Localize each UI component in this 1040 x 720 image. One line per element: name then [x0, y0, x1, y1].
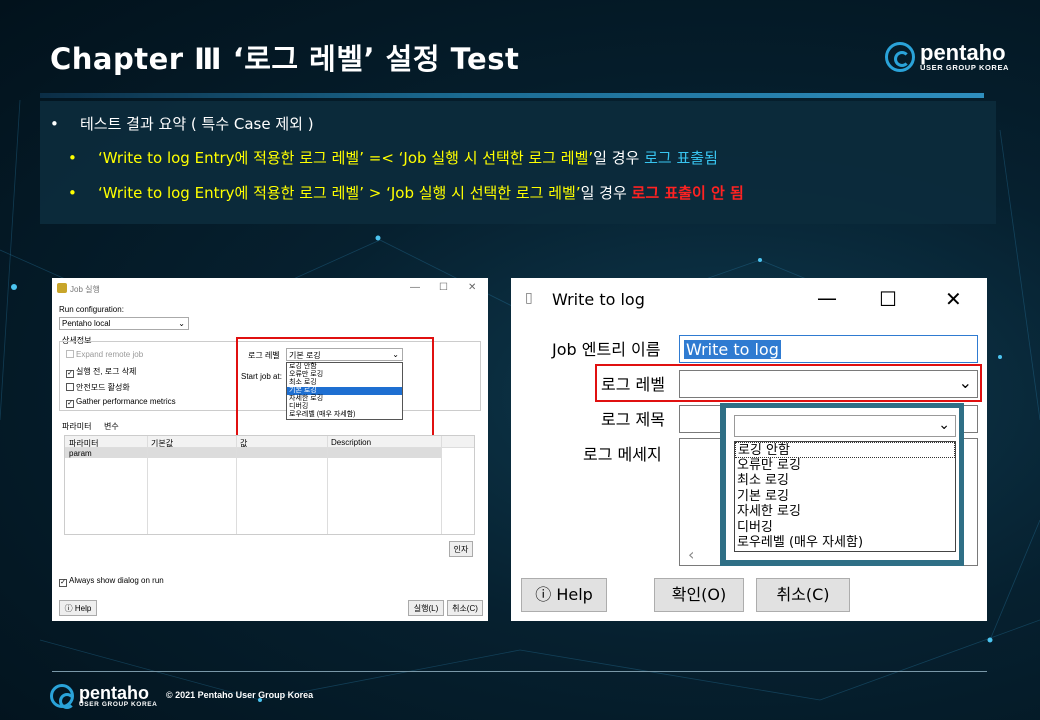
highlight-box — [236, 337, 434, 439]
table-row[interactable]: param — [65, 448, 441, 458]
run-button[interactable]: 실행(L) — [408, 600, 444, 616]
args-button[interactable]: 인자 — [449, 541, 473, 557]
run-config-label: Run configuration: — [59, 305, 124, 314]
expand-remote-checkbox[interactable]: Expand remote job — [66, 350, 143, 359]
log-option[interactable]: 오류만 로깅 — [735, 458, 955, 474]
logo-name: pentaho — [920, 39, 1006, 65]
help-button[interactable]: ⓘ Help — [521, 578, 607, 612]
minimize-icon[interactable]: — — [817, 286, 837, 310]
pentaho-logo: pentaho USER GROUP KOREA — [885, 39, 1010, 72]
log-option[interactable]: 로우레벨 (매우 자세함) — [735, 535, 955, 551]
title-divider — [40, 93, 984, 98]
cancel-button[interactable]: 취소(C) — [756, 578, 850, 612]
log-option[interactable]: 기본 로깅 — [735, 489, 955, 505]
log-option[interactable]: 로깅 안함 — [735, 442, 955, 458]
summary-line-1: • ‘Write to log Entry에 적용한 로그 레벨’ =< ‘Job… — [68, 149, 718, 167]
pentaho-swirl-icon — [50, 684, 75, 709]
zoomed-log-level-select[interactable]: ⌄ — [734, 415, 956, 437]
copyright-text: © 2021 Pentaho User Group Korea — [166, 690, 314, 700]
write-to-log-dialog: ▯ Write to log — ☐ ✕ Job 엔트리 이름 Write to… — [511, 278, 987, 621]
maximize-icon[interactable]: ☐ — [879, 287, 897, 311]
logo-subtitle: USER GROUP KOREA — [920, 62, 1010, 72]
zoomed-dropdown-callout: ⌄ 로깅 안함 오류만 로깅 최소 로깅 기본 로깅 자세한 로깅 디버깅 로우… — [720, 403, 964, 566]
log-subject-label: 로그 제목 — [601, 410, 665, 429]
help-icon: ⓘ — [535, 585, 552, 604]
ok-button[interactable]: 확인(O) — [654, 578, 744, 612]
cancel-button[interactable]: 취소(C) — [447, 600, 483, 616]
run-config-select[interactable]: Pentaho local ⌄ — [59, 317, 189, 330]
chevron-down-icon: ⌄ — [178, 319, 185, 328]
clear-log-checkbox[interactable]: ✓ 실행 전, 로그 삭제 — [66, 366, 136, 378]
close-icon[interactable]: ✕ — [468, 282, 476, 293]
scroll-left-icon[interactable]: ‹ — [688, 545, 694, 564]
pentaho-swirl-icon — [885, 42, 915, 72]
close-icon[interactable]: ✕ — [945, 287, 962, 311]
job-run-title: Job 실행 — [70, 285, 100, 294]
app-icon — [57, 283, 67, 293]
maximize-icon[interactable]: ☐ — [439, 282, 448, 293]
job-run-titlebar: Job 실행 — ☐ ✕ — [52, 278, 488, 298]
summary-box: • 테스트 결과 요약 ( 특수 Case 제외 ) • ‘Write to log… — [40, 101, 996, 224]
help-button[interactable]: ⓘ Help — [59, 600, 97, 616]
slide-title: Chapter Ⅲ ‘로그 레벨’ 설정 Test — [50, 42, 520, 76]
job-run-dialog: Job 실행 — ☐ ✕ Run configuration: Pentaho … — [52, 278, 488, 621]
entry-name-label: Job 엔트리 이름 — [552, 340, 661, 359]
help-icon: ⓘ — [64, 604, 73, 613]
chevron-down-icon: ⌄ — [938, 417, 950, 433]
entry-name-input[interactable]: Write to log — [679, 335, 978, 363]
log-option[interactable]: 최소 로깅 — [735, 473, 955, 489]
log-option[interactable]: 자세한 로깅 — [735, 504, 955, 520]
gather-metrics-checkbox[interactable]: ✓ Gather performance metrics — [66, 397, 176, 408]
tab-variables[interactable]: 변수 — [104, 421, 119, 432]
log-message-label: 로그 메세지 — [583, 445, 662, 464]
always-show-checkbox[interactable]: ✓ Always show dialog on run — [59, 576, 164, 587]
minimize-icon[interactable]: — — [410, 282, 420, 293]
highlight-box — [595, 364, 982, 402]
table-header: 파라미터 기본값 값 Description — [65, 436, 474, 448]
footer-divider — [52, 671, 987, 672]
tab-parameters[interactable]: 파라미터 — [62, 421, 91, 432]
footer-logo-name: pentaho — [79, 682, 149, 703]
zoomed-log-level-list: 로깅 안함 오류만 로깅 최소 로깅 기본 로깅 자세한 로깅 디버깅 로우레벨… — [734, 441, 956, 552]
summary-line-2: • ‘Write to log Entry에 적용한 로그 레벨’ > ‘Job … — [68, 184, 744, 202]
footer-logo-subtitle: USER GROUP KOREA — [79, 700, 158, 708]
summary-heading: • 테스트 결과 요약 ( 특수 Case 제외 ) — [50, 115, 314, 133]
parameters-table: 파라미터 기본값 값 Description param — [64, 435, 475, 535]
document-icon: ▯ — [525, 290, 533, 306]
log-option[interactable]: 디버깅 — [735, 520, 955, 536]
safe-mode-checkbox[interactable]: 안전모드 활성화 — [66, 382, 130, 393]
write-to-log-title: Write to log — [552, 290, 645, 309]
footer-pentaho-logo: pentaho USER GROUP KOREA — [50, 682, 158, 709]
